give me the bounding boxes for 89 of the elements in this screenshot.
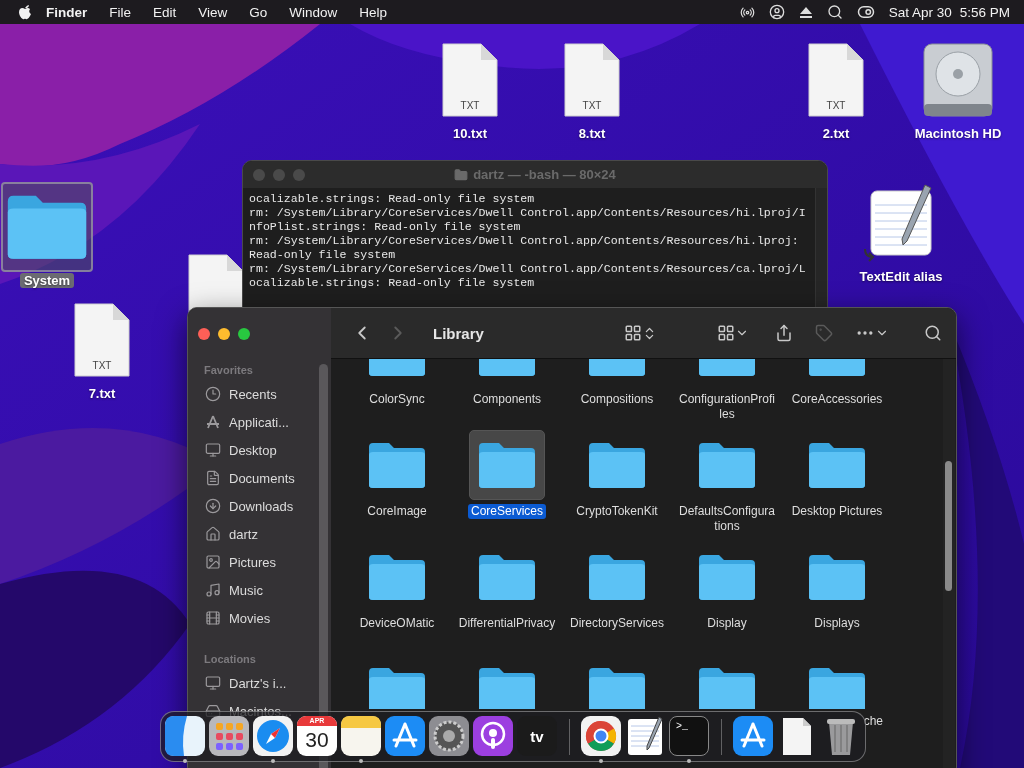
grid-view-icon[interactable] xyxy=(623,324,642,342)
sidebar-item[interactable]: Music xyxy=(229,582,263,598)
terminal-line: rm: /System/Library/CoreServices/Dwell Control.app/Contents/Resources/hi.lproj/I xyxy=(249,206,807,220)
sidebar-heading: Favorites xyxy=(203,363,254,378)
folder-label[interactable]: CoreAccessories xyxy=(788,392,886,407)
folder-label[interactable]: CoreImage xyxy=(364,504,430,519)
close-button[interactable] xyxy=(198,328,210,340)
film-icon xyxy=(205,610,221,626)
sidebar-item[interactable]: Documents xyxy=(229,470,295,486)
monitor-icon xyxy=(205,675,221,691)
image-icon xyxy=(205,554,221,570)
terminal-line: ocalizable.strings: Read-only file system xyxy=(249,192,536,206)
sidebar-item[interactable]: Movies xyxy=(229,610,271,626)
scrollbar[interactable] xyxy=(815,188,827,309)
folder-label[interactable]: Displays xyxy=(811,616,863,631)
menu-item[interactable]: Go xyxy=(249,4,268,20)
notepad-icon[interactable] xyxy=(341,716,381,763)
folder-icon[interactable] xyxy=(469,430,545,500)
folder-label[interactable]: DefaultsConfigurations xyxy=(675,504,779,534)
download-icon xyxy=(205,498,221,514)
desktop-icon-label[interactable]: System xyxy=(19,273,75,288)
sidebar-item[interactable]: Downloads xyxy=(229,498,294,514)
folder-label[interactable]: ConfigurationProfiles xyxy=(675,392,779,422)
sidebar-item[interactable]: Dartz's i... xyxy=(229,675,287,691)
folder-label[interactable]: che xyxy=(860,714,886,729)
zoom-button[interactable] xyxy=(238,328,250,340)
folder-label[interactable]: CoreServices xyxy=(468,504,546,519)
minimize-button[interactable] xyxy=(218,328,230,340)
clock-icon xyxy=(205,386,221,402)
scrollbar[interactable] xyxy=(943,359,955,768)
menu-item[interactable]: Window xyxy=(289,4,338,20)
folder-label[interactable]: DeviceOMatic xyxy=(356,616,438,631)
document-icon xyxy=(205,470,221,486)
menu-item[interactable]: Finder xyxy=(46,4,88,20)
sidebar-item[interactable]: Pictures xyxy=(229,554,276,570)
window-title: dartz — -bash — 80×24 xyxy=(473,167,616,182)
folder-label[interactable]: Components xyxy=(469,392,544,407)
desktop-icon-label[interactable]: TextEdit alias xyxy=(855,269,947,284)
toggle-icon[interactable] xyxy=(856,3,875,21)
folder-label[interactable]: Compositions xyxy=(577,392,657,407)
terminal-line: rm: /System/Library/CoreServices/Dwell Control.app/Contents/Resources/ca.lproj/L xyxy=(249,262,807,276)
terminal-line: ocalizable.strings: Read-only file system xyxy=(249,276,536,290)
menu-item[interactable]: Help xyxy=(359,4,388,20)
desktop-icon-label[interactable]: 10.txt xyxy=(449,126,491,141)
sidebar-heading: Locations xyxy=(203,652,257,667)
finder-icon[interactable] xyxy=(165,716,205,763)
scroll-thumb[interactable] xyxy=(945,461,952,591)
menu-item[interactable]: File xyxy=(109,4,132,20)
search-icon[interactable] xyxy=(826,4,843,20)
group-icon[interactable] xyxy=(716,324,735,342)
folder-label[interactable]: CryptoTokenKit xyxy=(573,504,661,519)
text-file-icon: TXT xyxy=(807,42,865,118)
share-icon[interactable] xyxy=(774,324,793,342)
window-title: Library xyxy=(433,324,484,342)
folder-label[interactable]: ColorSync xyxy=(366,392,428,407)
applications-icon xyxy=(205,414,221,430)
sidebar-item[interactable]: dartz xyxy=(229,526,258,542)
chrome-icon[interactable] xyxy=(581,716,621,763)
terminal-line: Read-only file system xyxy=(249,248,397,262)
folder-label[interactable]: DifferentialPrivacy xyxy=(455,616,559,631)
text-file-icon: TXT xyxy=(563,42,621,118)
folder-icon xyxy=(454,167,469,182)
apple-icon[interactable] xyxy=(18,4,32,20)
compass-icon[interactable] xyxy=(253,716,293,763)
terminal-line: nfoPlist.strings: Read-only file system xyxy=(249,220,522,234)
user-icon[interactable] xyxy=(768,4,785,20)
folder-icon[interactable] xyxy=(1,182,93,272)
menu-item[interactable]: View xyxy=(198,4,228,20)
desktop-icon-label[interactable]: 8.txt xyxy=(574,126,610,141)
menu-time: 5:56 PM xyxy=(959,4,1010,20)
text-file-icon: TXT xyxy=(441,42,499,118)
desktop-icon-label[interactable]: Macintosh HD xyxy=(910,126,1006,141)
desktop-icon-label[interactable]: 7.txt xyxy=(84,386,120,401)
text-file-icon: TXT xyxy=(73,302,131,378)
desktop-icon xyxy=(205,442,221,458)
sidebar-item[interactable]: Desktop xyxy=(229,442,277,458)
home-icon xyxy=(205,526,221,542)
search-icon[interactable] xyxy=(924,324,942,342)
folder-label[interactable]: Desktop Pictures xyxy=(788,504,886,519)
sidebar-item[interactable]: Applicati... xyxy=(229,414,289,430)
menu-date: Sat Apr 30 xyxy=(888,4,952,20)
music-icon xyxy=(205,582,221,598)
folder-label[interactable]: DirectoryServices xyxy=(567,616,667,631)
desktop-icon-label[interactable]: 2.txt xyxy=(818,126,854,141)
eject-icon[interactable] xyxy=(798,5,813,19)
menu-item[interactable]: Edit xyxy=(153,4,177,20)
sidebar-item[interactable]: Recents xyxy=(229,386,277,402)
folder-label[interactable]: Display xyxy=(704,616,750,631)
terminal-line: rm: /System/Library/CoreServices/Dwell Control.app/Contents/Resources/hi.lproj: xyxy=(249,234,800,248)
